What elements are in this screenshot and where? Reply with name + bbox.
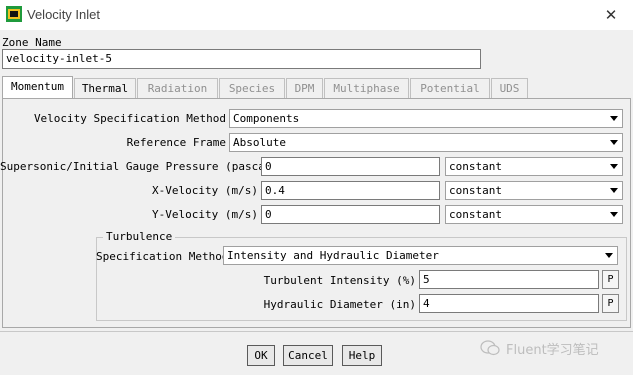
tab-uds: UDS [491, 78, 528, 98]
reference-frame-value: Absolute [233, 136, 286, 149]
divider [0, 331, 633, 332]
y-velocity-method-value: constant [449, 208, 502, 221]
tab-potential: Potential [410, 78, 490, 98]
turbulence-group-label: Turbulence [103, 230, 176, 243]
zone-name-input[interactable]: velocity-inlet-5 [2, 49, 481, 69]
gauge-pressure-input[interactable]: 0 [261, 157, 440, 176]
turbulence-spec-method-value: Intensity and Hydraulic Diameter [227, 249, 439, 262]
turbulence-spec-method-label: Specification Method [96, 250, 229, 263]
tab-momentum[interactable]: Momentum [2, 76, 73, 99]
reference-frame-select[interactable]: Absolute [229, 133, 623, 152]
y-velocity-input[interactable]: 0 [261, 205, 440, 224]
tab-species: Species [219, 78, 285, 98]
velocity-spec-select[interactable]: Components [229, 109, 623, 128]
gauge-pressure-method-value: constant [449, 160, 502, 173]
hydraulic-diameter-input[interactable]: 4 [419, 294, 599, 313]
y-velocity-method-select[interactable]: constant [445, 205, 623, 224]
ok-button[interactable]: OK [247, 345, 275, 366]
title-bar: Velocity Inlet ✕ [0, 0, 633, 30]
x-velocity-method-select[interactable]: constant [445, 181, 623, 200]
turbulent-intensity-label: Turbulent Intensity (%) [263, 274, 416, 287]
zone-name-label: Zone Name [2, 36, 62, 49]
cancel-button[interactable]: Cancel [283, 345, 333, 366]
fluent-app-icon [6, 6, 22, 22]
window-title: Velocity Inlet [27, 7, 100, 22]
tab-dpm: DPM [286, 78, 323, 98]
diameter-parameter-button[interactable]: P [602, 294, 619, 313]
tab-radiation: Radiation [137, 78, 218, 98]
velocity-spec-value: Components [233, 112, 300, 125]
velocity-spec-label: Velocity Specification Method [33, 112, 226, 125]
chevron-down-icon [610, 164, 618, 169]
tab-multiphase: Multiphase [324, 78, 409, 98]
turbulent-intensity-input[interactable]: 5 [419, 270, 599, 289]
x-velocity-input[interactable]: 0.4 [261, 181, 440, 200]
chevron-down-icon [605, 253, 613, 258]
intensity-parameter-button[interactable]: P [602, 270, 619, 289]
gauge-pressure-label: Supersonic/Initial Gauge Pressure (pasca… [0, 160, 279, 173]
turbulence-spec-method-select[interactable]: Intensity and Hydraulic Diameter [223, 246, 618, 265]
chevron-down-icon [610, 116, 618, 121]
tab-thermal[interactable]: Thermal [74, 78, 136, 98]
chevron-down-icon [610, 140, 618, 145]
y-velocity-label: Y-Velocity (m/s) [152, 208, 258, 221]
chevron-down-icon [610, 188, 618, 193]
x-velocity-method-value: constant [449, 184, 502, 197]
chevron-down-icon [610, 212, 618, 217]
watermark-text: Fluent学习笔记 [506, 342, 599, 358]
gauge-pressure-method-select[interactable]: constant [445, 157, 623, 176]
watermark: Fluent学习笔记 [480, 338, 628, 358]
reference-frame-label: Reference Frame [126, 136, 226, 149]
hydraulic-diameter-label: Hydraulic Diameter (in) [263, 298, 416, 311]
wechat-icon [480, 340, 500, 356]
x-velocity-label: X-Velocity (m/s) [152, 184, 258, 197]
close-icon[interactable]: ✕ [589, 0, 633, 30]
help-button[interactable]: Help [342, 345, 382, 366]
